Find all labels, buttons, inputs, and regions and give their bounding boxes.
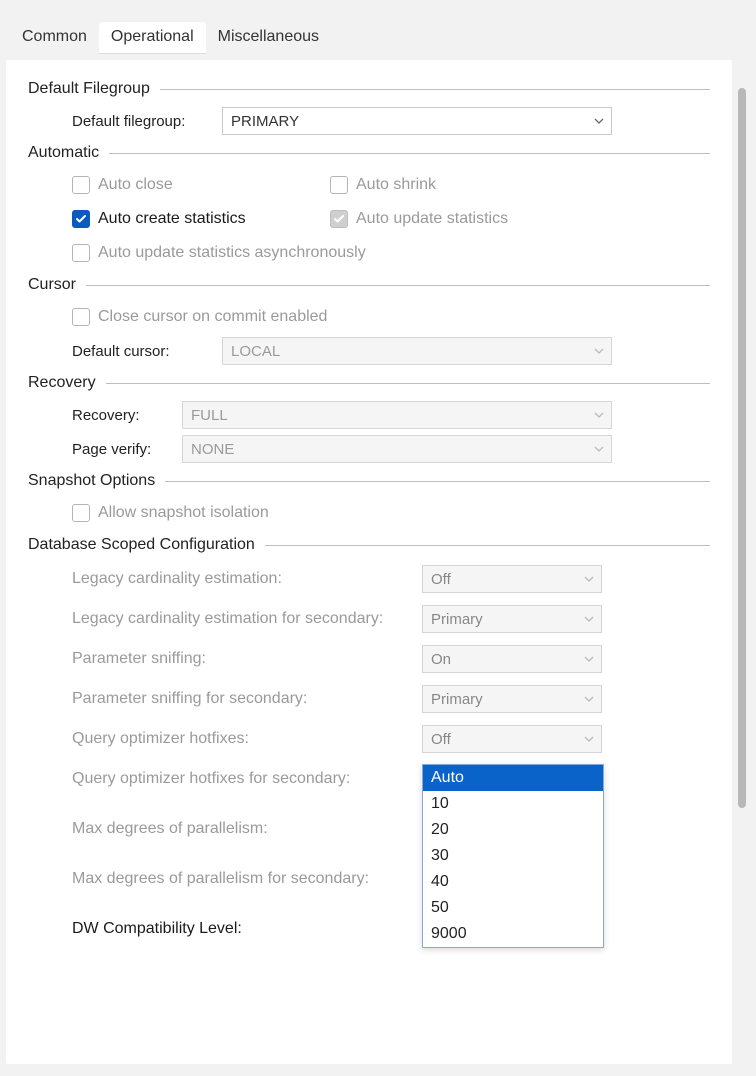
query-optimizer-hotfixes-select[interactable]: Off (422, 725, 602, 753)
legacy-cardinality-select[interactable]: Off (422, 565, 602, 593)
chevron-down-icon (583, 693, 595, 705)
auto-update-statistics-label: Auto update statistics (356, 210, 508, 228)
auto-create-statistics-checkbox[interactable]: Auto create statistics (72, 210, 292, 228)
tab-miscellaneous[interactable]: Miscellaneous (206, 22, 331, 54)
chevron-down-icon (583, 653, 595, 665)
auto-create-statistics-label: Auto create statistics (98, 210, 246, 228)
scrollbar[interactable] (738, 88, 746, 808)
legacy-cardinality-secondary-select[interactable]: Primary (422, 605, 602, 633)
operational-panel: Default Filegroup Default filegroup: PRI… (6, 60, 732, 1064)
tab-common[interactable]: Common (10, 22, 99, 54)
default-cursor-select[interactable]: LOCAL (222, 337, 612, 365)
close-cursor-on-commit-checkbox[interactable]: Close cursor on commit enabled (72, 308, 327, 326)
checkbox-icon (72, 504, 90, 522)
close-cursor-on-commit-label: Close cursor on commit enabled (98, 308, 327, 326)
auto-update-statistics-async-checkbox[interactable]: Auto update statistics asynchronously (72, 244, 366, 262)
section-cursor: Cursor (28, 276, 76, 294)
label-legacy-cardinality: Legacy cardinality estimation: (72, 570, 422, 588)
divider (165, 481, 710, 482)
label-page-verify: Page verify: (72, 441, 182, 458)
dw-compat-option[interactable]: 20 (423, 817, 603, 843)
label-default-filegroup: Default filegroup: (72, 113, 222, 130)
parameter-sniffing-secondary-select[interactable]: Primary (422, 685, 602, 713)
allow-snapshot-isolation-checkbox[interactable]: Allow snapshot isolation (72, 504, 269, 522)
legacy-cardinality-value: Off (431, 571, 451, 588)
label-legacy-cardinality-secondary: Legacy cardinality estimation for second… (72, 610, 422, 628)
auto-close-checkbox[interactable]: Auto close (72, 176, 292, 194)
auto-shrink-checkbox[interactable]: Auto shrink (330, 176, 550, 194)
divider (160, 89, 710, 90)
label-parameter-sniffing-secondary: Parameter sniffing for secondary: (72, 690, 422, 708)
parameter-sniffing-value: On (431, 651, 451, 668)
recovery-value: FULL (191, 407, 228, 424)
label-dw-compatibility-level: DW Compatibility Level: (72, 920, 422, 938)
label-query-optimizer-hotfixes-secondary: Query optimizer hotfixes for secondary: (72, 770, 422, 788)
checkbox-icon (72, 176, 90, 194)
dw-compat-option[interactable]: Auto (423, 765, 603, 791)
label-default-cursor: Default cursor: (72, 343, 222, 360)
divider (86, 285, 710, 286)
chevron-down-icon (593, 115, 605, 127)
dw-compat-option[interactable]: 30 (423, 843, 603, 869)
chevron-down-icon (593, 443, 605, 455)
page-verify-select[interactable]: NONE (182, 435, 612, 463)
checkbox-icon (72, 244, 90, 262)
tab-operational[interactable]: Operational (99, 22, 206, 54)
default-filegroup-select[interactable]: PRIMARY (222, 107, 612, 135)
checkbox-checked-icon (72, 210, 90, 228)
dw-compat-option[interactable]: 9000 (423, 921, 603, 947)
auto-update-statistics-async-label: Auto update statistics asynchronously (98, 244, 366, 262)
chevron-down-icon (583, 733, 595, 745)
section-default-filegroup: Default Filegroup (28, 80, 150, 98)
chevron-down-icon (583, 613, 595, 625)
checkbox-icon (72, 308, 90, 326)
auto-shrink-label: Auto shrink (356, 176, 436, 194)
chevron-down-icon (583, 573, 595, 585)
default-filegroup-value: PRIMARY (231, 113, 299, 130)
legacy-cardinality-secondary-value: Primary (431, 611, 483, 628)
chevron-down-icon (593, 409, 605, 421)
auto-update-statistics-checkbox[interactable]: Auto update statistics (330, 210, 550, 228)
parameter-sniffing-secondary-value: Primary (431, 691, 483, 708)
allow-snapshot-isolation-label: Allow snapshot isolation (98, 504, 269, 522)
parameter-sniffing-select[interactable]: On (422, 645, 602, 673)
dw-compatibility-dropdown-popup[interactable]: Auto10203040509000 (422, 764, 604, 948)
section-recovery: Recovery (28, 374, 96, 392)
section-automatic: Automatic (28, 144, 99, 162)
recovery-select[interactable]: FULL (182, 401, 612, 429)
query-optimizer-hotfixes-value: Off (431, 731, 451, 748)
divider (109, 153, 710, 154)
tab-bar: Common Operational Miscellaneous (0, 0, 756, 54)
label-parameter-sniffing: Parameter sniffing: (72, 650, 422, 668)
section-database-scoped-configuration: Database Scoped Configuration (28, 536, 255, 554)
dw-compat-option[interactable]: 10 (423, 791, 603, 817)
default-cursor-value: LOCAL (231, 343, 280, 360)
page-verify-value: NONE (191, 441, 234, 458)
divider (106, 383, 710, 384)
divider (265, 545, 710, 546)
label-recovery: Recovery: (72, 407, 182, 424)
section-snapshot-options: Snapshot Options (28, 472, 155, 490)
checkbox-checked-disabled-icon (330, 210, 348, 228)
label-query-optimizer-hotfixes: Query optimizer hotfixes: (72, 730, 422, 748)
label-max-dop: Max degrees of parallelism: (72, 820, 422, 838)
auto-close-label: Auto close (98, 176, 173, 194)
dw-compat-option[interactable]: 40 (423, 869, 603, 895)
dw-compat-option[interactable]: 50 (423, 895, 603, 921)
chevron-down-icon (593, 345, 605, 357)
checkbox-icon (330, 176, 348, 194)
label-max-dop-secondary: Max degrees of parallelism for secondary… (72, 870, 422, 888)
